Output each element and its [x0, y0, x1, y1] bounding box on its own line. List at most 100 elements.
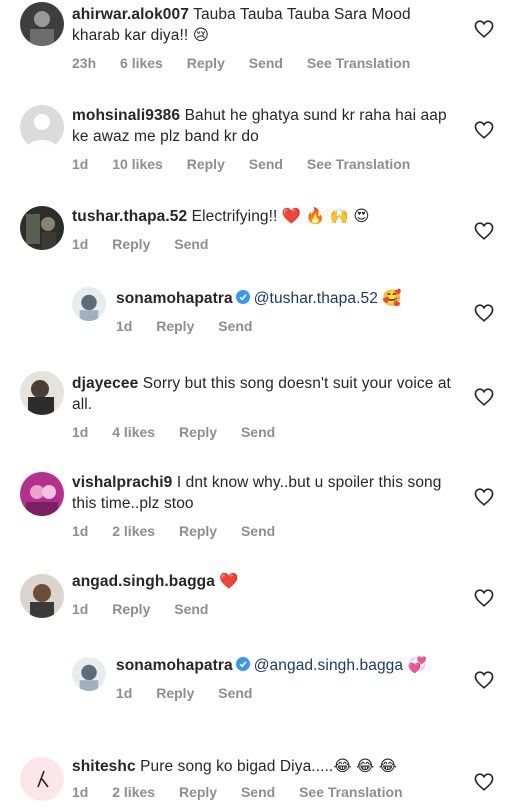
comment-meta: 1d 2 likes Reply Send [72, 523, 463, 539]
comment-item: angad.singh.bagga ❤️ 1d Reply Send [0, 571, 525, 641]
reply-button[interactable]: Reply [179, 523, 217, 539]
comment-username[interactable]: vishalprachi9 [72, 474, 172, 491]
comment-username[interactable]: sonamohapatra [116, 657, 233, 674]
like-heart-icon[interactable] [474, 488, 494, 506]
avatar[interactable] [20, 105, 64, 149]
like-heart-icon[interactable] [474, 121, 494, 139]
reply-button[interactable]: Reply [156, 685, 194, 701]
comment-username[interactable]: shiteshc [72, 758, 136, 775]
avatar[interactable] [20, 371, 64, 415]
avatar-photo-icon [20, 757, 64, 801]
reply-button[interactable]: Reply [187, 55, 225, 71]
comment-item: ahirwar.alok007 Tauba Tauba Tauba Sara M… [0, 0, 525, 80]
avatar[interactable] [20, 206, 64, 250]
likes-count[interactable]: 2 likes [112, 523, 155, 539]
see-translation-button[interactable]: See Translation [307, 156, 410, 172]
reply-button[interactable]: Reply [187, 156, 225, 172]
emoji: 💞 [407, 657, 427, 674]
comment-meta: 1d 4 likes Reply Send [72, 424, 463, 440]
send-button[interactable]: Send [241, 523, 275, 539]
comment-meta: 1d Reply Send [116, 685, 463, 701]
like-heart-icon[interactable] [474, 589, 494, 607]
reply-item: sonamohapatra @angad.singh.bagga 💞 1d Rep… [0, 653, 525, 733]
avatar-photo-icon [20, 2, 64, 46]
send-button[interactable]: Send [174, 601, 208, 617]
comment-time: 1d [72, 424, 89, 440]
verified-badge-icon [235, 657, 250, 671]
comment-text: sonamohapatra @angad.singh.bagga 💞 [116, 655, 463, 676]
comment-meta: 1d 2 likes Reply Send See Translation [72, 784, 463, 800]
comment-item: tushar.thapa.52 Electrifying!! ❤️ 🔥 🙌 😍 … [0, 202, 525, 272]
avatar[interactable] [20, 574, 64, 618]
comment-username[interactable]: djayecee [72, 375, 138, 392]
avatar[interactable] [20, 2, 64, 46]
comment-text: tushar.thapa.52 Electrifying!! ❤️ 🔥 🙌 😍 [72, 206, 463, 227]
comment-text: shiteshc Pure song ko bigad Diya.....😂 😂… [72, 756, 463, 777]
comment-time: 1d [116, 685, 133, 701]
reply-button[interactable]: Reply [112, 236, 150, 252]
send-button[interactable]: Send [241, 424, 275, 440]
see-translation-button[interactable]: See Translation [299, 784, 402, 800]
avatar-photo-icon [72, 287, 106, 321]
send-button[interactable]: Send [249, 156, 283, 172]
avatar-photo-icon [20, 206, 64, 250]
reply-button[interactable]: Reply [179, 424, 217, 440]
comment-time: 1d [72, 236, 89, 252]
comment-time: 1d [72, 156, 89, 172]
avatar-photo-icon [72, 657, 106, 691]
comment-username[interactable]: ahirwar.alok007 [72, 6, 189, 23]
like-heart-icon[interactable] [474, 20, 494, 38]
default-avatar-icon [20, 105, 64, 149]
like-heart-icon[interactable] [474, 773, 494, 791]
send-button[interactable]: Send [241, 784, 275, 800]
avatar[interactable] [20, 472, 64, 516]
emoji: 🥰 [382, 290, 402, 307]
avatar[interactable] [72, 287, 106, 321]
comment-meta: 1d Reply Send [72, 601, 463, 617]
like-heart-icon[interactable] [474, 388, 494, 406]
comment-meta: 23h 6 likes Reply Send See Translation [72, 55, 463, 71]
comment-text: sonamohapatra @tushar.thapa.52 🥰 [116, 288, 463, 309]
comment-body: Pure song ko bigad Diya..... [140, 758, 334, 775]
comment-time: 1d [116, 318, 133, 334]
comment-body: Electrifying!! [191, 208, 278, 225]
mention-link[interactable]: @tushar.thapa.52 [254, 290, 378, 307]
reply-button[interactable]: Reply [179, 784, 217, 800]
comment-username[interactable]: mohsinali9386 [72, 107, 180, 124]
likes-count[interactable]: 10 likes [112, 156, 163, 172]
comment-item: djayecee Sorry but this song doesn't sui… [0, 369, 525, 449]
send-button[interactable]: Send [249, 55, 283, 71]
send-button[interactable]: Send [218, 685, 252, 701]
like-heart-icon[interactable] [474, 671, 494, 689]
emoji: 😢 [192, 27, 209, 44]
comment-item: shiteshc Pure song ko bigad Diya.....😂 😂… [0, 754, 525, 810]
likes-count[interactable]: 4 likes [112, 424, 155, 440]
avatar-photo-icon [20, 371, 64, 415]
comment-time: 1d [72, 784, 89, 800]
avatar-photo-icon [20, 472, 64, 516]
likes-count[interactable]: 2 likes [112, 784, 155, 800]
mention-link[interactable]: @angad.singh.bagga [254, 657, 403, 674]
reply-button[interactable]: Reply [156, 318, 194, 334]
emoji: ❤️ [219, 573, 239, 590]
reply-button[interactable]: Reply [112, 601, 150, 617]
like-heart-icon[interactable] [474, 222, 494, 240]
reply-item: sonamohapatra @tushar.thapa.52 🥰 1d Reply… [0, 285, 525, 355]
avatar[interactable] [20, 757, 64, 801]
avatar-photo-icon [20, 574, 64, 618]
comment-meta: 1d 10 likes Reply Send See Translation [72, 156, 463, 172]
emoji: ❤️ 🔥 🙌 😍 [281, 208, 370, 225]
see-translation-button[interactable]: See Translation [307, 55, 410, 71]
comment-username[interactable]: angad.singh.bagga [72, 573, 215, 590]
avatar[interactable] [72, 657, 106, 691]
like-heart-icon[interactable] [474, 304, 494, 322]
likes-count[interactable]: 6 likes [120, 55, 163, 71]
comment-username[interactable]: sonamohapatra [116, 290, 233, 307]
comment-text: angad.singh.bagga ❤️ [72, 571, 463, 592]
send-button[interactable]: Send [174, 236, 208, 252]
comment-time: 23h [72, 55, 97, 71]
comment-meta: 1d Reply Send [116, 318, 463, 334]
send-button[interactable]: Send [218, 318, 252, 334]
comment-item: vishalprachi9 I dnt know why..but u spoi… [0, 470, 525, 550]
comment-username[interactable]: tushar.thapa.52 [72, 208, 187, 225]
